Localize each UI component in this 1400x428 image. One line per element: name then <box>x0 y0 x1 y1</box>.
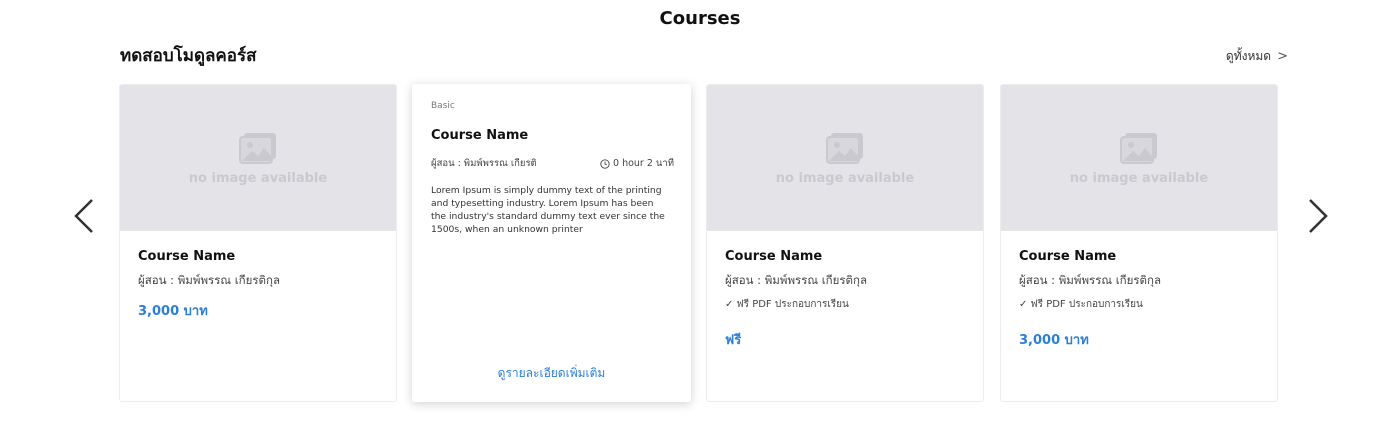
course-thumbnail: no image available <box>1001 85 1277 231</box>
course-thumbnail: no image available <box>120 85 396 231</box>
course-instructor: ผู้สอน : พิมพ์พรรณ เกียรติกุล <box>725 273 867 287</box>
section-title: ทดสอบโมดูลคอร์ส <box>120 46 257 66</box>
course-card[interactable]: no image available Course Name ผู้สอน : … <box>119 84 397 402</box>
course-name: Course Name <box>431 128 529 143</box>
course-name: Course Name <box>1019 249 1117 264</box>
course-name: Course Name <box>725 249 823 264</box>
clock-icon <box>600 158 610 169</box>
view-all-label: ดูทั้งหมด <box>1225 49 1272 63</box>
chevron-right-icon <box>1309 199 1328 233</box>
image-icon <box>826 132 863 164</box>
course-instructor: ผู้สอน : พิมพ์พรรณ เกียรติกุล <box>138 273 280 287</box>
course-description: Lorem Ipsum is simply dummy text of the … <box>431 185 665 235</box>
chevron-left-icon <box>74 199 93 233</box>
no-image-label: no image available <box>775 170 915 186</box>
course-instructor: ผู้สอน : พิมพ์พรรณ เกียรติกุล <box>1019 273 1161 287</box>
course-price: ฟรี <box>725 333 742 348</box>
chevron-right-small-icon: > <box>1277 49 1288 64</box>
course-duration: 0 hour 2 นาที <box>613 158 674 169</box>
view-all-link[interactable]: ดูทั้งหมด > <box>1226 47 1288 66</box>
course-price: 3,000 บาท <box>138 304 208 319</box>
image-icon <box>1120 132 1157 164</box>
page-title: Courses <box>659 8 741 29</box>
carousel-prev-button[interactable] <box>66 196 106 236</box>
course-instructor: ผู้สอน : พิมพ์พรรณ เกียรติ <box>431 158 537 169</box>
course-thumbnail: no image available <box>707 85 983 231</box>
course-feature: ✓ ฟรี PDF ประกอบการเรียน <box>725 299 849 310</box>
no-image-label: no image available <box>1069 170 1209 186</box>
no-image-label: no image available <box>188 170 328 186</box>
image-icon <box>239 132 276 164</box>
carousel-next-button[interactable] <box>1296 196 1336 236</box>
course-name: Course Name <box>138 249 236 264</box>
course-card[interactable]: no image available Course Name ผู้สอน : … <box>706 84 984 402</box>
course-card[interactable]: no image available Course Name ผู้สอน : … <box>1000 84 1278 402</box>
course-feature: ✓ ฟรี PDF ประกอบการเรียน <box>1019 299 1143 310</box>
course-price: 3,000 บาท <box>1019 333 1089 348</box>
view-details-link[interactable]: ดูรายละเอียดเพิ่มเติม <box>412 364 691 383</box>
course-card-detail[interactable]: Basic Course Name ผู้สอน : พิมพ์พรรณ เกี… <box>412 84 691 402</box>
course-level: Basic <box>431 101 455 111</box>
